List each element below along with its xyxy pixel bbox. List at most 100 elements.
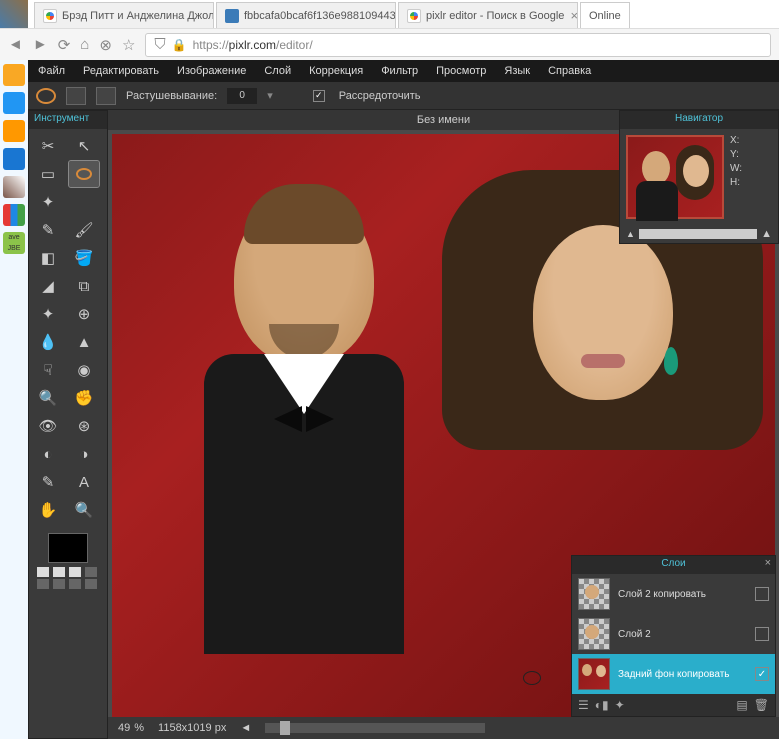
launcher-notes-icon[interactable] [3,176,25,198]
sharpen-tool[interactable]: ▲ [69,329,99,355]
lasso-tool[interactable] [69,161,99,187]
browser-tab[interactable]: pixlr editor - Поиск в Google × [398,2,578,28]
crop-tool[interactable]: ✂ [33,133,63,159]
brush-tool[interactable]: 🖌 [69,217,99,243]
antialias-checkbox[interactable]: ✓ [313,90,325,102]
feather-label: Растушевывание: [126,90,217,102]
navigator-thumbnail[interactable] [626,135,724,219]
menu-layer[interactable]: Слой [264,65,291,77]
selection-mode-icon[interactable] [66,87,86,105]
launcher-rss-icon[interactable] [3,120,25,142]
launcher-download-icon[interactable] [3,92,25,114]
move-tool[interactable]: ↖ [69,133,99,159]
swatch-item[interactable] [69,567,81,577]
picker-tool[interactable]: ✎ [33,469,63,495]
layer-row[interactable]: Слой 2 [572,614,775,654]
menu-view[interactable]: Просмотр [436,65,486,77]
zoom-out-icon[interactable]: ◄ [240,722,251,734]
launcher-media-icon[interactable] [3,204,25,226]
swatch-item[interactable] [37,579,49,589]
url-domain: pixlr.com [229,38,276,52]
dodge-tool[interactable]: 🔍 [33,385,63,411]
layer-name: Задний фон копировать [618,669,730,680]
swatch-item[interactable] [53,579,65,589]
delete-layer-icon[interactable]: 🗑 [754,698,769,712]
clone-tool[interactable]: ⧉ [69,273,99,299]
launcher-star-icon[interactable] [3,64,25,86]
menu-help[interactable]: Справка [548,65,591,77]
profile-avatar[interactable] [0,0,28,28]
launcher-save-icon[interactable]: aveJBE [3,232,25,254]
status-bar: 49 % 1158x1019 px ◄ [108,717,779,739]
close-icon[interactable]: × [765,557,771,569]
burn-tool[interactable]: ✊ [69,385,99,411]
address-bar[interactable]: ⛉ 🔒 https:// pixlr.com /editor/ [145,33,771,57]
redeye-tool[interactable]: 👁 [33,413,63,439]
pinch-tool[interactable]: ◑ [69,441,99,467]
zoom-tool[interactable]: 🔍 [69,497,99,523]
zoom-slider[interactable] [265,723,485,733]
feather-stepper-icon[interactable]: ▾ [267,89,273,102]
layer-visibility-checkbox[interactable]: ✓ [755,667,769,681]
menu-edit[interactable]: Редактировать [83,65,159,77]
browser-tab[interactable]: Брэд Питт и Анджелина Джоли... × [34,2,214,28]
new-layer-icon[interactable]: ▤ [736,698,747,712]
sponge-tool[interactable]: ◉ [69,357,99,383]
layer-mask-icon[interactable]: ◐▮ [595,698,609,712]
menu-language[interactable]: Язык [504,65,530,77]
layer-row-selected[interactable]: Задний фон копировать ✓ [572,654,775,694]
smudge-tool[interactable]: ☟ [33,357,63,383]
zoom-out-icon[interactable]: ▲ [626,229,635,239]
zoom-in-icon[interactable]: ▲ [761,228,772,240]
selection-mode-icon[interactable] [96,87,116,105]
eraser-tool[interactable]: ◧ [33,245,63,271]
side-launcher: aveJBE [0,60,28,739]
layer-fx-icon[interactable]: ✦ [615,698,625,712]
pencil-tool[interactable]: ✎ [33,217,63,243]
navigator-zoom-slider[interactable] [639,229,757,239]
type-tool[interactable]: A [69,469,99,495]
browser-tab[interactable]: fbbcafa0bcaf6f136e988109443c0... × [216,2,396,28]
feather-value[interactable]: 0 [227,88,257,104]
wand-tool[interactable]: ✦ [33,189,63,215]
reload-button[interactable]: ⟳ [58,36,71,54]
swatch-item[interactable] [53,567,65,577]
launcher-flag-icon[interactable] [3,148,25,170]
tab-label: fbbcafa0bcaf6f136e988109443c0... [244,10,396,22]
menu-image[interactable]: Изображение [177,65,246,77]
forward-button[interactable]: ► [33,36,48,53]
bloat-tool[interactable]: ◐ [33,441,63,467]
hand-tool[interactable]: ✋ [33,497,63,523]
layer-settings-icon[interactable]: ☰ [578,698,589,712]
home-button[interactable]: ⌂ [80,36,89,53]
layer-row[interactable]: Слой 2 копировать [572,574,775,614]
marquee-tool[interactable]: ▭ [33,161,63,187]
spot-tool[interactable]: ⊛ [69,413,99,439]
blur-tool[interactable]: 💧 [33,329,63,355]
lasso-icon [36,88,56,104]
swatch-item[interactable] [69,579,81,589]
swatch-item[interactable] [37,567,49,577]
browser-tab-active[interactable]: Online [580,2,630,28]
tab-close-icon[interactable]: × [570,8,578,23]
menu-filter[interactable]: Фильтр [381,65,418,77]
url-prefix: https:// [193,38,229,52]
app-menubar: Файл Редактировать Изображение Слой Корр… [28,60,779,82]
star-button[interactable]: ☆ [122,36,135,54]
layer-visibility-checkbox[interactable] [755,587,769,601]
menu-adjustment[interactable]: Коррекция [309,65,363,77]
swatch-item[interactable] [85,579,97,589]
stamp-tool[interactable]: ✦ [33,301,63,327]
stop-button[interactable]: ⊗ [99,36,112,54]
bucket-tool[interactable]: 🪣 [69,245,99,271]
menu-file[interactable]: Файл [38,65,65,77]
back-button[interactable]: ◄ [8,36,23,53]
layer-name: Слой 2 копировать [618,589,706,600]
gradient-tool[interactable]: ◢ [33,273,63,299]
swatch-item[interactable] [85,567,97,577]
color-swatch[interactable] [48,533,88,563]
options-bar: Растушевывание: 0 ▾ ✓ Рассредоточить [28,82,779,110]
nav-x-label: X: [730,135,742,146]
layer-visibility-checkbox[interactable] [755,627,769,641]
heal-tool[interactable]: ⊕ [69,301,99,327]
